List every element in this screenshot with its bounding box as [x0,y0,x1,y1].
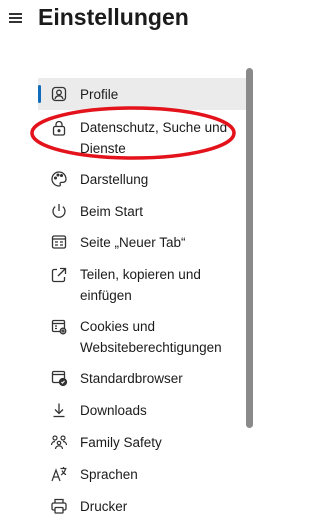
share-icon [50,266,68,284]
sidebar-item-label: Downloads [80,403,147,418]
sidebar-item-label: Cookies und Websiteberechtigungen [80,319,222,355]
sidebar-item-share[interactable]: Teilen, kopieren und einfügen [38,258,246,310]
sidebar-item-privacy[interactable]: Datenschutz, Suche und Dienste [38,110,246,164]
palette-icon [50,170,68,188]
sidebar-item-cookies[interactable]: Cookies und Websiteberechtigungen [38,310,246,362]
new-tab-page-icon [50,233,68,251]
sidebar-item-languages[interactable]: Sprachen [38,458,246,490]
sidebar-item-printers[interactable]: Drucker [38,490,246,522]
family-icon [50,433,68,451]
sidebar-item-label: Teilen, kopieren und einfügen [80,267,201,303]
sidebar-item-label: Seite „Neuer Tab“ [80,235,186,250]
sidebar-item-label: Darstellung [80,172,149,187]
sidebar-item-label: Standardbrowser [80,371,183,386]
lock-icon [50,119,68,137]
sidebar-item-label: Datenschutz, Suche und Dienste [80,120,228,156]
sidebar-item-new-tab[interactable]: Seite „Neuer Tab“ [38,227,246,258]
menu-icon[interactable] [9,13,22,23]
page-title: Einstellungen [38,4,189,30]
printer-icon [50,497,68,515]
default-browser-icon [50,369,68,387]
sidebar-item-label: Beim Start [80,204,144,219]
power-icon [50,202,68,220]
profile-icon [50,85,68,103]
sidebar-item-label: Family Safety [80,435,162,450]
sidebar-item-downloads[interactable]: Downloads [38,394,246,426]
sidebar-item-label: Profile [80,87,119,102]
sidebar-item-family-safety[interactable]: Family Safety [38,426,246,458]
download-icon [50,401,68,419]
sidebar-item-appearance[interactable]: Darstellung [38,164,246,195]
settings-nav: Profile Datenschutz, Suche und Dienste D… [38,78,246,522]
sidebar-item-label: Drucker [80,499,128,514]
scrollbar[interactable] [246,68,253,428]
sidebar-item-label: Sprachen [80,467,138,482]
sidebar-item-profile[interactable]: Profile [38,78,246,110]
sidebar-item-default-browser[interactable]: Standardbrowser [38,362,246,394]
site-permissions-icon [50,318,68,336]
sidebar-item-startup[interactable]: Beim Start [38,195,246,227]
header: Einstellungen [0,0,287,40]
language-icon [50,465,68,483]
